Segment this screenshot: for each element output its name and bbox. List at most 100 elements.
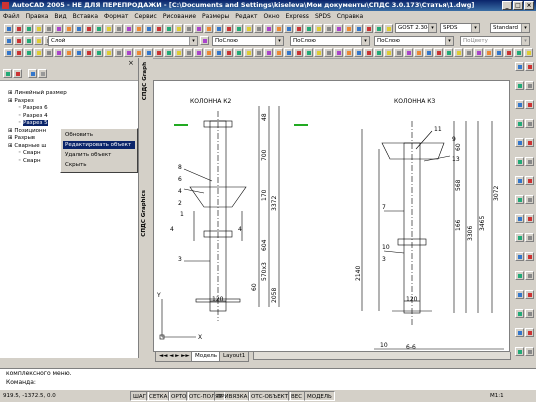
toolbar-button-icon[interactable] (524, 48, 533, 57)
toolbar-button-icon[interactable] (14, 48, 23, 57)
tab-model[interactable]: Модель (191, 352, 222, 362)
toolbar-button-icon[interactable] (354, 24, 363, 33)
toolbar-button-icon[interactable] (34, 24, 43, 33)
toolbar-button-icon[interactable] (84, 24, 93, 33)
modify-tool-icon[interactable] (525, 214, 534, 223)
menu-item[interactable]: Вставка (70, 11, 101, 22)
command-prompt[interactable]: Команда: (6, 379, 36, 386)
toolbar-button-icon[interactable] (134, 24, 143, 33)
toolbar-button-icon[interactable] (34, 36, 43, 45)
modify-tool-icon[interactable] (515, 347, 524, 356)
toolbar-button-icon[interactable] (74, 48, 83, 57)
toolbar-button-icon[interactable] (124, 48, 133, 57)
toolbar-button-icon[interactable] (104, 24, 113, 33)
toolbar-button-icon[interactable] (154, 24, 163, 33)
modify-tool-icon[interactable] (525, 309, 534, 318)
toolbar-button-icon[interactable] (234, 48, 243, 57)
menu-item[interactable]: Справка (334, 11, 366, 22)
toolbar-button-icon[interactable] (94, 24, 103, 33)
toolbar-button-icon[interactable] (114, 48, 123, 57)
modify-tool-icon[interactable] (515, 195, 524, 204)
toolbar-button-icon[interactable] (194, 24, 203, 33)
status-toggle-button[interactable]: ВЕС (288, 391, 306, 401)
modify-tool-icon[interactable] (525, 100, 534, 109)
menu-item[interactable]: Файл (0, 11, 23, 22)
toolbar-button-icon[interactable] (324, 48, 333, 57)
toolbar-button-icon[interactable] (294, 24, 303, 33)
scale-label[interactable]: М1:1 (490, 390, 504, 402)
toolbar-button-icon[interactable] (474, 48, 483, 57)
status-toggle-button[interactable]: ПРИВЯЗКА (214, 391, 251, 401)
toolbar-button-icon[interactable] (254, 24, 263, 33)
toolbar-button-icon[interactable] (44, 24, 53, 33)
toolbar-button-icon[interactable] (464, 48, 473, 57)
toolbar-button-icon[interactable] (514, 48, 523, 57)
modify-tool-icon[interactable] (525, 290, 534, 299)
toolbar-button-icon[interactable] (244, 24, 253, 33)
modify-tool-icon[interactable] (515, 119, 524, 128)
menu-item[interactable]: Express (283, 11, 312, 22)
toolbar-button-icon[interactable] (184, 24, 193, 33)
toolbar-button-icon[interactable] (364, 24, 373, 33)
modify-tool-icon[interactable] (515, 290, 524, 299)
toolbar-button-icon[interactable] (284, 24, 293, 33)
modify-tool-icon[interactable] (515, 252, 524, 261)
menu-item[interactable]: Окно (261, 11, 283, 22)
plotstyle-combo[interactable]: ПоЦвету ▾ (460, 36, 530, 46)
toolbar-button-icon[interactable] (244, 48, 253, 57)
toolbar-button-icon[interactable] (264, 48, 273, 57)
toolbar-button-icon[interactable] (274, 24, 283, 33)
modify-tool-icon[interactable] (515, 176, 524, 185)
toolbar-button-icon[interactable] (164, 48, 173, 57)
minimize-button[interactable]: _ (502, 1, 512, 10)
toolbar-button-icon[interactable] (334, 48, 343, 57)
toolbar-button-icon[interactable] (174, 24, 183, 33)
modify-tool-icon[interactable] (515, 271, 524, 280)
toolbar-button-icon[interactable] (314, 48, 323, 57)
status-toggle-button[interactable]: СЕТКА (146, 391, 171, 401)
modify-tool-icon[interactable] (515, 328, 524, 337)
maximize-button[interactable]: □ (513, 1, 523, 10)
menu-item[interactable]: Размеры (199, 11, 232, 22)
modify-tool-icon[interactable] (525, 119, 534, 128)
toolbar-button-icon[interactable] (294, 48, 303, 57)
toolbar-button-icon[interactable] (414, 48, 423, 57)
toolbar-button-icon[interactable] (224, 24, 233, 33)
menu-item[interactable]: Правка (23, 11, 52, 22)
toolbar-button-icon[interactable] (24, 48, 33, 57)
refresh-icon[interactable] (3, 69, 12, 78)
toolbar-button-icon[interactable] (184, 48, 193, 57)
toolbar-button-icon[interactable] (304, 24, 313, 33)
menu-item[interactable]: Вид (51, 11, 69, 22)
menu-item[interactable]: Рисование (160, 11, 199, 22)
toolbar-button-icon[interactable] (344, 24, 353, 33)
command-window[interactable]: комплексного меню. Команда: (0, 368, 536, 391)
close-icon[interactable]: × (128, 59, 134, 67)
toolbar-button-icon[interactable] (124, 24, 133, 33)
toolbar-button-icon[interactable] (84, 48, 93, 57)
toolbar-button-icon[interactable] (274, 48, 283, 57)
toolbar-button-icon[interactable] (394, 48, 403, 57)
layer-combo[interactable]: Слой ▾ (48, 36, 198, 46)
modify-tool-icon[interactable] (525, 138, 534, 147)
toolbar-button-icon[interactable] (314, 24, 323, 33)
tab-layout1[interactable]: Layout1 (219, 352, 250, 362)
tab-nav-arrows[interactable]: ◄◄ ◄ ► ►► (155, 352, 194, 362)
toolbar-button-icon[interactable] (4, 36, 13, 45)
toolbar-button-icon[interactable] (374, 48, 383, 57)
toolbar-button-icon[interactable] (214, 24, 223, 33)
toolbar-button-icon[interactable] (354, 48, 363, 57)
context-menu-item[interactable]: Удалить объект (63, 151, 135, 159)
toolbar-button-icon[interactable] (154, 48, 163, 57)
context-menu-item[interactable]: Обновить (63, 131, 135, 139)
modify-tool-icon[interactable] (525, 62, 534, 71)
modify-tool-icon[interactable] (525, 176, 534, 185)
menu-item[interactable]: Формат (101, 11, 131, 22)
modify-tool-icon[interactable] (525, 252, 534, 261)
toolbar-button-icon[interactable] (324, 24, 333, 33)
toolbar-button-icon[interactable] (374, 24, 383, 33)
modify-tool-icon[interactable] (515, 138, 524, 147)
toolbar-button-icon[interactable] (74, 24, 83, 33)
modify-tool-icon[interactable] (515, 62, 524, 71)
menu-item[interactable]: SPDS (312, 11, 334, 22)
